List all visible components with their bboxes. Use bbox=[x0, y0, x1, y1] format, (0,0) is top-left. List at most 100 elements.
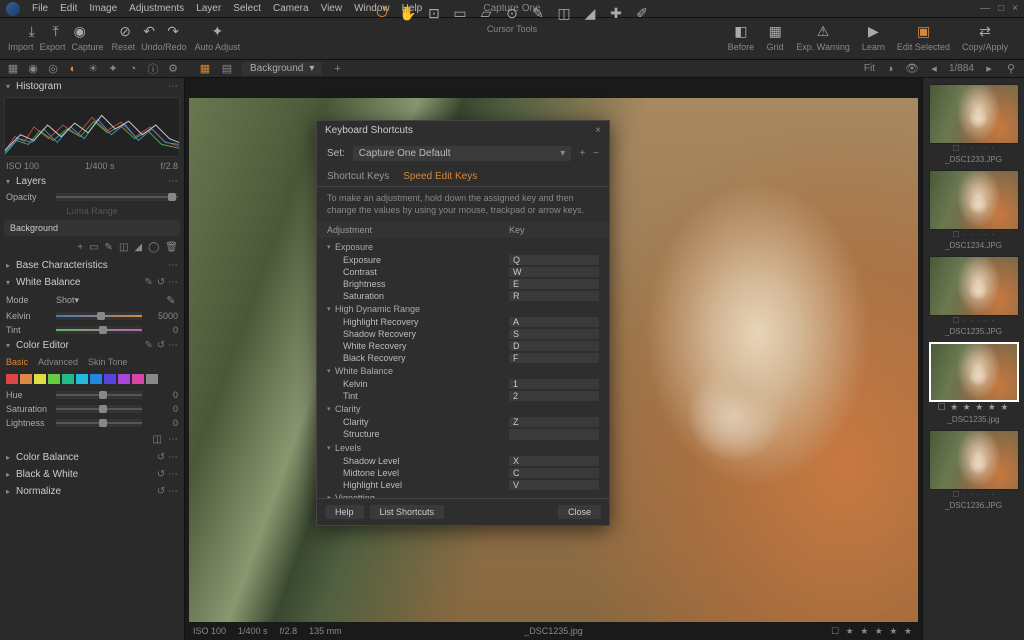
proof-icon[interactable]: ◑ bbox=[883, 62, 897, 76]
tab-shortcut-keys[interactable]: Shortcut Keys bbox=[327, 171, 389, 182]
thumb-rating[interactable]: ☐ · · · · · bbox=[929, 490, 1018, 499]
cursor-spot-icon[interactable]: ⊙ bbox=[503, 4, 521, 22]
swatch-2[interactable] bbox=[34, 374, 46, 384]
shortcut-section[interactable]: ▾Levels bbox=[317, 441, 609, 455]
help-button[interactable]: Help bbox=[325, 505, 364, 519]
shortcut-row[interactable]: Highlight RecoveryA bbox=[317, 316, 609, 328]
shortcut-row[interactable]: Tint2 bbox=[317, 390, 609, 402]
thumb-rating[interactable]: ☐ · · · · · bbox=[929, 316, 1018, 325]
prev-icon[interactable]: ◂ bbox=[927, 62, 941, 76]
tab-speed-edit-keys[interactable]: Speed Edit Keys bbox=[403, 171, 477, 182]
wb-header[interactable]: ▾White Balance✎ ↺ ⋯ bbox=[0, 274, 184, 291]
wb-picker-icon[interactable]: ✎ bbox=[144, 277, 152, 288]
expwarn-icon[interactable]: ⚠ bbox=[814, 22, 832, 40]
tab-exposure-icon[interactable]: ☀ bbox=[86, 62, 100, 76]
apply-icon[interactable]: ⇄ bbox=[976, 22, 994, 40]
shortcut-key-field[interactable]: S bbox=[509, 329, 599, 339]
ce-view-icon[interactable]: ◫ bbox=[153, 434, 162, 445]
shortcut-key-field[interactable] bbox=[509, 429, 599, 440]
shortcut-row[interactable]: Structure bbox=[317, 428, 609, 441]
shortcut-row[interactable]: Kelvin1 bbox=[317, 378, 609, 390]
light-slider[interactable] bbox=[56, 419, 142, 427]
thumb-rating[interactable]: ☐ ★ ★ ★ ★ ★ bbox=[929, 402, 1018, 413]
view-mode2-icon[interactable]: ▤ bbox=[220, 62, 234, 76]
layer-grad-icon[interactable]: ◢ bbox=[134, 242, 142, 253]
kelvin-slider[interactable] bbox=[56, 312, 142, 320]
reset-icon[interactable]: ⊘ bbox=[116, 22, 134, 40]
shortcut-section[interactable]: ▾White Balance bbox=[317, 364, 609, 378]
layer-background[interactable]: Background bbox=[4, 220, 180, 236]
before-icon[interactable]: ◧ bbox=[732, 22, 750, 40]
shortcut-key-field[interactable]: V bbox=[509, 480, 599, 490]
thumb-item[interactable]: ☐ · · · · ·_DSC1236.JPG bbox=[929, 430, 1018, 510]
thumb-image[interactable] bbox=[929, 342, 1019, 402]
histogram-header[interactable]: ▾Histogram⋯ bbox=[0, 78, 184, 95]
window-minimize-icon[interactable]: — bbox=[980, 3, 990, 14]
shortcut-section[interactable]: ▾High Dynamic Range bbox=[317, 302, 609, 316]
thumb-item[interactable]: ☐ ★ ★ ★ ★ ★_DSC1235.jpg bbox=[929, 342, 1018, 424]
menu-view[interactable]: View bbox=[321, 3, 343, 14]
layer-radial-icon[interactable]: ◯ bbox=[148, 242, 159, 253]
shortcut-key-field[interactable]: F bbox=[509, 353, 599, 363]
swatch-6[interactable] bbox=[90, 374, 102, 384]
tint-slider[interactable] bbox=[56, 326, 142, 334]
ce-tab-basic[interactable]: Basic bbox=[6, 357, 28, 367]
thumb-item[interactable]: ☐ · · · · ·_DSC1234.JPG bbox=[929, 170, 1018, 250]
shortcut-row[interactable]: ContrastW bbox=[317, 266, 609, 278]
ce-tab-skin[interactable]: Skin Tone bbox=[88, 357, 127, 367]
thumb-image[interactable] bbox=[929, 430, 1019, 490]
layers-header[interactable]: ▾Layers⋯ bbox=[0, 173, 184, 190]
fit-label[interactable]: Fit bbox=[864, 63, 875, 74]
ce-picker-icon[interactable]: ✎ bbox=[144, 340, 152, 351]
window-maximize-icon[interactable]: □ bbox=[998, 3, 1004, 14]
basechar-header[interactable]: ▸Base Characteristics⋯ bbox=[0, 257, 184, 274]
thumb-item[interactable]: ☐ · · · · ·_DSC1233.JPG bbox=[929, 84, 1018, 164]
ce-tab-advanced[interactable]: Advanced bbox=[38, 357, 78, 367]
dialog-close-icon[interactable]: × bbox=[595, 125, 601, 136]
grid-icon[interactable]: ▦ bbox=[766, 22, 784, 40]
swatch-1[interactable] bbox=[20, 374, 32, 384]
tab-output-icon[interactable]: ⚙ bbox=[166, 62, 180, 76]
set-dropdown[interactable]: Capture One Default▾ bbox=[353, 146, 572, 161]
shortcut-row[interactable]: ExposureQ bbox=[317, 254, 609, 266]
menu-file[interactable]: File bbox=[32, 3, 48, 14]
redo-icon[interactable]: ↷ bbox=[164, 22, 182, 40]
wb-mode-dropdown[interactable]: Shot▾ bbox=[56, 295, 158, 306]
menu-adjustments[interactable]: Adjustments bbox=[129, 3, 184, 14]
swatch-5[interactable] bbox=[76, 374, 88, 384]
window-close-icon[interactable]: × bbox=[1012, 3, 1018, 14]
tab-meta-icon[interactable]: ⓘ bbox=[146, 62, 160, 76]
shortcut-key-field[interactable]: E bbox=[509, 279, 599, 289]
swatch-0[interactable] bbox=[6, 374, 18, 384]
swatch-4[interactable] bbox=[62, 374, 74, 384]
menu-camera[interactable]: Camera bbox=[273, 3, 309, 14]
menu-select[interactable]: Select bbox=[233, 3, 261, 14]
cursor-eraser-icon[interactable]: ◫ bbox=[555, 4, 573, 22]
bw-header[interactable]: ▸Black & White↺ ⋯ bbox=[0, 466, 184, 483]
swatch-10[interactable] bbox=[146, 374, 158, 384]
shortcut-key-field[interactable]: Z bbox=[509, 417, 599, 427]
shortcut-key-field[interactable]: R bbox=[509, 291, 599, 301]
shortcut-key-field[interactable]: 1 bbox=[509, 379, 599, 389]
shortcut-section[interactable]: ▾Exposure bbox=[317, 240, 609, 254]
cursor-annotate-icon[interactable]: ✐ bbox=[633, 4, 651, 22]
autoadjust-icon[interactable]: ✦ bbox=[208, 22, 226, 40]
cursor-heal-icon[interactable]: ✚ bbox=[607, 4, 625, 22]
normalize-header[interactable]: ▸Normalize↺ ⋯ bbox=[0, 483, 184, 500]
shortcut-row[interactable]: Black RecoveryF bbox=[317, 352, 609, 364]
shortcut-key-field[interactable]: X bbox=[509, 456, 599, 466]
cursor-keystone-icon[interactable]: ▱ bbox=[477, 4, 495, 22]
thumb-item[interactable]: ☐ · · · · ·_DSC1235.JPG bbox=[929, 256, 1018, 336]
shortcut-row[interactable]: White RecoveryD bbox=[317, 340, 609, 352]
import-icon[interactable]: ⤓ bbox=[23, 22, 41, 40]
sat-slider[interactable] bbox=[56, 405, 142, 413]
learn-icon[interactable]: ▶ bbox=[864, 22, 882, 40]
shortcut-row[interactable]: Midtone LevelC bbox=[317, 467, 609, 479]
tab-capture-icon[interactable]: ◉ bbox=[26, 62, 40, 76]
menu-edit[interactable]: Edit bbox=[60, 3, 77, 14]
shortcut-section[interactable]: ▾Vignetting bbox=[317, 491, 609, 498]
set-add-icon[interactable]: + bbox=[579, 148, 585, 159]
colorbalance-header[interactable]: ▸Color Balance↺ ⋯ bbox=[0, 449, 184, 466]
cursor-pointer-icon[interactable]: ⭯ bbox=[373, 4, 391, 22]
tab-details-icon[interactable]: ✦ bbox=[106, 62, 120, 76]
